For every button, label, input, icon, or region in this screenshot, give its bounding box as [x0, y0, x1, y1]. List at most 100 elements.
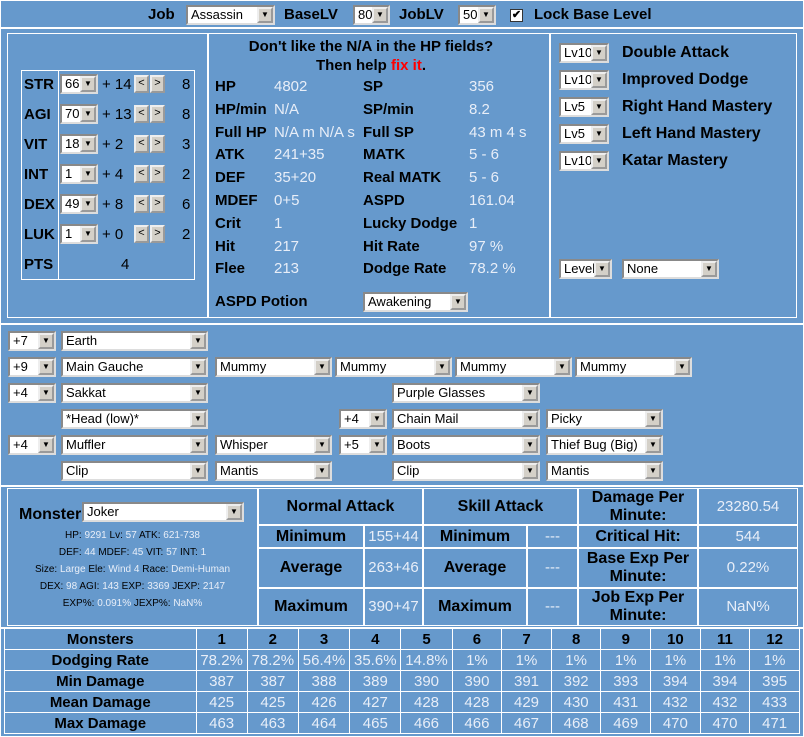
weapon-refine-select[interactable]: +7 [8, 331, 56, 351]
head-low-select[interactable]: *Head (low)* [61, 409, 208, 429]
stat-select-agi[interactable]: 70 [60, 104, 98, 124]
derived-value: 43 m 4 s [469, 123, 527, 141]
weapon-refine-select[interactable]: +9 [8, 357, 56, 377]
element-select[interactable]: Earth [61, 331, 208, 351]
skill-level-select[interactable]: Lv5 [559, 97, 609, 117]
accessory-2-card-select[interactable]: Mantis [546, 461, 663, 481]
derived-label: Crit [215, 214, 241, 232]
armor-refine-select[interactable]: +4 [339, 409, 387, 429]
skill-level-select[interactable]: Lv10 [559, 43, 609, 63]
garment-refine-select[interactable]: +4 [8, 435, 56, 455]
table-cell: 428 [400, 691, 453, 713]
stat-cost: 2 [182, 226, 191, 243]
chevron-down-icon [257, 7, 273, 23]
damage-table: Monsters 1 2 3 4 5 6 7 8 9 10 11 12 Dodging Rate 78.2%… [4, 628, 800, 734]
garment-select[interactable]: Muffler [61, 435, 208, 455]
accessory-1-card-select[interactable]: Mantis [215, 461, 332, 481]
chevron-down-icon [369, 411, 385, 427]
increase-button[interactable]: > [150, 165, 165, 183]
stat-select-str[interactable]: 66 [60, 74, 98, 94]
stat-bonus: + 0 [102, 226, 124, 243]
head-mid-select[interactable]: Purple Glasses [392, 383, 540, 403]
chevron-down-icon [674, 359, 690, 375]
row-label: Dodging Rate [4, 649, 197, 671]
increase-button[interactable]: > [150, 135, 165, 153]
skill-level-select[interactable]: Lv5 [559, 124, 609, 144]
decrease-button[interactable]: < [134, 195, 149, 213]
aspd-potion-label: ASPD Potion [215, 293, 308, 310]
accessory-2-select[interactable]: Clip [392, 461, 540, 481]
weapon-card-select[interactable]: Mummy [335, 357, 452, 377]
decrease-button[interactable]: < [134, 135, 149, 153]
stat-select-dex[interactable]: 49 [60, 194, 98, 214]
lock-base-level-checkbox[interactable]: ✔ [510, 9, 523, 22]
table-row: Max Damage 463 463 464 465 466 466 467 468 469 470… [4, 712, 800, 734]
maximum-label: Maximum [423, 588, 527, 626]
derived-label: DEF [215, 169, 245, 187]
stat-select-vit[interactable]: 18 [60, 134, 98, 154]
extra-level-select[interactable]: Level [559, 259, 612, 279]
decrease-button[interactable]: < [134, 105, 149, 123]
stat-cost: 2 [182, 166, 191, 183]
shoes-card-select[interactable]: Thief Bug (Big) [546, 435, 663, 455]
chevron-down-icon [38, 437, 54, 453]
table-cell: 432 [699, 691, 751, 713]
accessory-1-select[interactable]: Clip [61, 461, 208, 481]
head-upper-select[interactable]: Sakkat [61, 383, 208, 403]
aspd-potion-select[interactable]: Awakening [363, 292, 468, 312]
table-cell: 427 [349, 691, 402, 713]
decrease-button[interactable]: < [134, 225, 149, 243]
weapon-card-select[interactable]: Mummy [575, 357, 692, 377]
stat-name-vit: VIT [24, 136, 48, 153]
extra-skill-select[interactable]: None [622, 259, 719, 279]
average-label: Average [258, 548, 364, 588]
decrease-button[interactable]: < [134, 165, 149, 183]
top-bar: Job Assassin BaseLV 80 JobLV 50 ✔ Lock B… [0, 0, 804, 28]
table-cell: 432 [650, 691, 701, 713]
garment-card-select[interactable]: Whisper [215, 435, 332, 455]
derived-label: SP/min [363, 100, 414, 118]
table-cell: 466 [400, 712, 453, 734]
chevron-down-icon [80, 166, 96, 182]
armor-card-select[interactable]: Picky [546, 409, 663, 429]
increase-button[interactable]: > [150, 195, 165, 213]
stat-select-luk[interactable]: 1 [60, 224, 98, 244]
chevron-down-icon [314, 463, 330, 479]
weapon-card-select[interactable]: Mummy [215, 357, 332, 377]
derived-value: 1 [469, 214, 478, 232]
joblv-select[interactable]: 50 [458, 5, 496, 25]
head-upper-refine-select[interactable]: +4 [8, 383, 56, 403]
skill-level-select[interactable]: Lv10 [559, 151, 609, 171]
table-cell: 56.4% [297, 649, 351, 671]
weapon-select[interactable]: Main Gauche [61, 357, 208, 377]
increase-button[interactable]: > [150, 75, 165, 93]
skill-level-select[interactable]: Lv10 [559, 70, 609, 90]
derived-value: 4802 [274, 78, 308, 95]
increase-button[interactable]: > [150, 225, 165, 243]
chevron-down-icon [190, 333, 206, 349]
table-header-cell: 5 [400, 628, 453, 650]
armor-select[interactable]: Chain Mail [392, 409, 540, 429]
shoes-refine-select[interactable]: +5 [339, 435, 387, 455]
chevron-down-icon [38, 359, 54, 375]
stat-cost: 8 [182, 76, 191, 93]
chevron-down-icon [38, 385, 54, 401]
fix-it-link[interactable]: fix it [391, 57, 422, 74]
derived-label: Lucky Dodge [363, 214, 458, 232]
weapon-card-select[interactable]: Mummy [455, 357, 572, 377]
baselv-select[interactable]: 80 [353, 5, 390, 25]
stat-select-int[interactable]: 1 [60, 164, 98, 184]
table-row: Min Damage 387 387 388 389 390 390 391 392 393 394… [4, 670, 800, 692]
table-cell: 392 [550, 670, 602, 692]
chevron-down-icon [645, 411, 661, 427]
shoes-select[interactable]: Boots [392, 435, 540, 455]
table-cell: 1% [749, 649, 800, 671]
table-cell: 466 [451, 712, 503, 734]
average-label: Average [423, 548, 527, 588]
monster-select[interactable]: Joker [82, 502, 244, 522]
skill-name: Double Attack [622, 44, 729, 61]
job-select[interactable]: Assassin [186, 5, 275, 25]
increase-button[interactable]: > [150, 105, 165, 123]
derived-value: 1 [274, 214, 283, 232]
decrease-button[interactable]: < [134, 75, 149, 93]
